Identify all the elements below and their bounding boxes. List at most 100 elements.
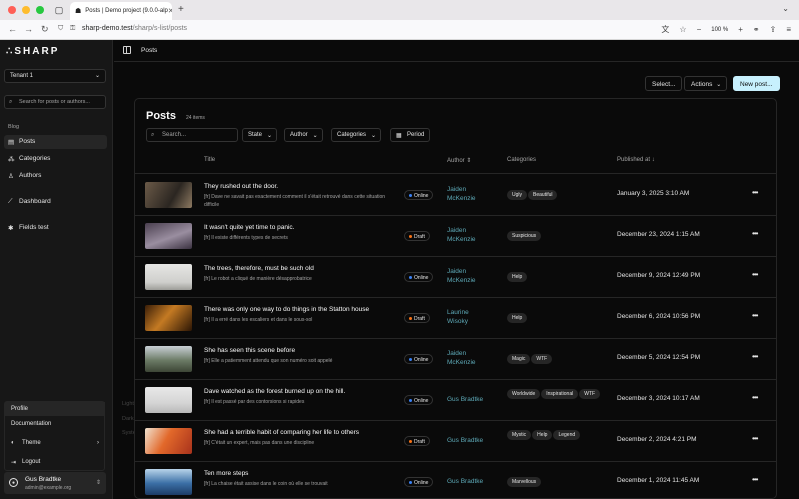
filter-period[interactable]: ▦ Period [390, 128, 431, 142]
theme-option-light[interactable]: Light [122, 401, 134, 407]
more-options-icon[interactable]: ••• [752, 270, 758, 279]
column-header-author[interactable]: Author ⇕ [447, 157, 471, 164]
author-link[interactable]: Jaiden McKenzie [447, 349, 487, 367]
tab-list-chevron-icon[interactable]: ⌄ [782, 4, 789, 13]
minimize-window-button[interactable] [22, 6, 30, 14]
status-label: Online [414, 193, 429, 199]
item-count: 24 items [186, 115, 205, 121]
sort-icon: ⇕ [466, 158, 472, 164]
section-label-blog: Blog [8, 124, 20, 130]
menu-item-profile[interactable]: Profile [5, 402, 105, 416]
author-link[interactable]: Gus Bradtke [447, 395, 507, 404]
lock-icon[interactable]: ⚿ [70, 25, 75, 33]
category-tag: Ugly [507, 190, 528, 200]
table-row[interactable]: Dave watched as the forest burned up on … [135, 379, 776, 420]
menu-item-theme[interactable]: ◐ Theme › [5, 436, 105, 450]
post-subtitle: [fr] Il a erré dans les escaliers et dan… [204, 317, 313, 323]
reload-icon[interactable]: ↻ [41, 24, 49, 35]
author-link[interactable]: Jaiden McKenzie [447, 226, 487, 244]
sidebar-item-categories[interactable]: ⁂ Categories [4, 152, 107, 166]
author-link[interactable]: Laurine Wisoky [447, 308, 487, 326]
categories-icon: ⁂ [8, 156, 15, 163]
search-icon: ⌕ [151, 132, 155, 138]
sidebar-item-label: Fields test [19, 224, 49, 231]
sidebar-item-posts[interactable]: ▤ Posts [4, 135, 107, 149]
filter-author[interactable]: Author ⌄ [284, 128, 323, 142]
status-badge: Online [404, 477, 434, 487]
tenant-select[interactable]: Tenant 1 ⌄ [4, 69, 106, 83]
table-row[interactable]: They rushed out the door. [fr] Dave ne sa… [135, 174, 776, 215]
tab-overview-icon[interactable]: ▢ [54, 5, 64, 15]
new-tab-button[interactable]: + [178, 4, 184, 15]
status-badge: Online [404, 354, 434, 364]
status-dot-icon [409, 317, 412, 320]
table-row[interactable]: She had a terrible habit of comparing he… [135, 420, 776, 461]
table-row[interactable]: There was only one way to do things in t… [135, 297, 776, 338]
actions-button[interactable]: Actions ⌄ [684, 76, 728, 91]
gear-icon: ✱ [8, 225, 14, 232]
sidebar-item-label: Posts [19, 138, 36, 145]
more-options-icon[interactable]: ••• [752, 311, 758, 320]
table-row[interactable]: It wasn't quite yet time to panic. [fr] I… [135, 215, 776, 256]
shield-icon[interactable]: ⛉ [58, 25, 63, 33]
sidebar-toggle-icon[interactable] [123, 46, 131, 54]
category-tag: Mystic [507, 430, 532, 440]
app-menu-icon[interactable]: ≡ [786, 25, 791, 34]
menu-item-label: Theme [22, 440, 41, 446]
more-options-icon[interactable]: ••• [752, 393, 758, 402]
zoom-level[interactable]: 100 % [711, 27, 728, 33]
category-tag: Help [507, 272, 528, 282]
published-date: December 5, 2024 12:54 PM [617, 354, 701, 361]
table-row[interactable]: The trees, therefore, must be such old [f… [135, 256, 776, 297]
status-dot-icon [409, 358, 412, 361]
url-field[interactable]: sharp-demo.test/sharp/s-list/posts [82, 25, 187, 32]
post-title: Ten more steps [204, 470, 249, 477]
sidebar-item-fields-test[interactable]: ✱ Fields test [4, 221, 107, 235]
theme-option-dark[interactable]: Dark [122, 416, 134, 422]
select-button[interactable]: Select... [645, 76, 683, 91]
chevron-down-icon: ⌄ [94, 73, 100, 79]
more-options-icon[interactable]: ••• [752, 352, 758, 361]
filter-state[interactable]: State ⌄ [242, 128, 278, 142]
menu-item-logout[interactable]: ⇥ Logout [5, 455, 105, 469]
author-link[interactable]: Gus Bradtke [447, 477, 507, 486]
close-window-button[interactable] [8, 6, 16, 14]
logout-icon: ⇥ [11, 460, 17, 466]
more-options-icon[interactable]: ••• [752, 229, 758, 238]
back-icon[interactable]: ← [8, 24, 17, 34]
more-options-icon[interactable]: ••• [752, 188, 758, 197]
user-account-button[interactable]: ● Gus Bradtke admin@example.org ⇕ [4, 472, 106, 494]
category-tag: WTF [531, 354, 553, 364]
column-header-published-at[interactable]: Published at ↓ [617, 157, 655, 163]
forward-icon[interactable]: → [24, 24, 33, 34]
close-tab-icon[interactable]: ✕ [168, 7, 172, 15]
author-link[interactable]: Jaiden McKenzie [447, 185, 487, 203]
author-link[interactable]: Gus Bradtke [447, 436, 507, 445]
menu-item-documentation[interactable]: Documentation [5, 417, 105, 431]
app-logo[interactable]: ∴SHARP [6, 46, 59, 57]
share-icon[interactable]: ⇪ [770, 25, 777, 34]
zoom-out-button[interactable]: − [697, 25, 702, 34]
table-row[interactable]: Ten more steps [fr] La chaise était assis… [135, 461, 776, 498]
status-dot-icon [409, 194, 412, 197]
bookmark-star-icon[interactable]: ☆ [679, 25, 686, 34]
author-link[interactable]: Jaiden McKenzie [447, 267, 487, 285]
browser-tab[interactable]: ☗ Posts | Demo project (9.0.0-alp ✕ [70, 2, 172, 20]
zoom-in-button[interactable]: + [738, 25, 743, 34]
maximize-window-button[interactable] [36, 6, 44, 14]
table-row[interactable]: She has seen this scene before [fr] Elle … [135, 338, 776, 379]
new-post-button[interactable]: New post... [733, 76, 780, 91]
filter-categories[interactable]: Categories ⌄ [331, 128, 382, 142]
extensions-icon[interactable]: ⚭ [753, 25, 760, 34]
page-title: Posts [146, 110, 176, 122]
global-search-input[interactable]: ⌕ Search for posts or authors... [4, 95, 106, 109]
more-options-icon[interactable]: ••• [752, 475, 758, 484]
more-options-icon[interactable]: ••• [752, 434, 758, 443]
translate-icon[interactable]: 文 [661, 24, 669, 35]
post-subtitle: [fr] La chaise était assise dans le coin… [204, 481, 328, 487]
sidebar-item-authors[interactable]: ♙ Authors [4, 169, 107, 183]
chevron-down-icon: ⌄ [312, 133, 318, 139]
sidebar-item-dashboard[interactable]: ⟋ Dashboard [4, 195, 107, 209]
search-input[interactable]: ⌕ Search... [146, 128, 238, 142]
status-dot-icon [409, 440, 412, 443]
